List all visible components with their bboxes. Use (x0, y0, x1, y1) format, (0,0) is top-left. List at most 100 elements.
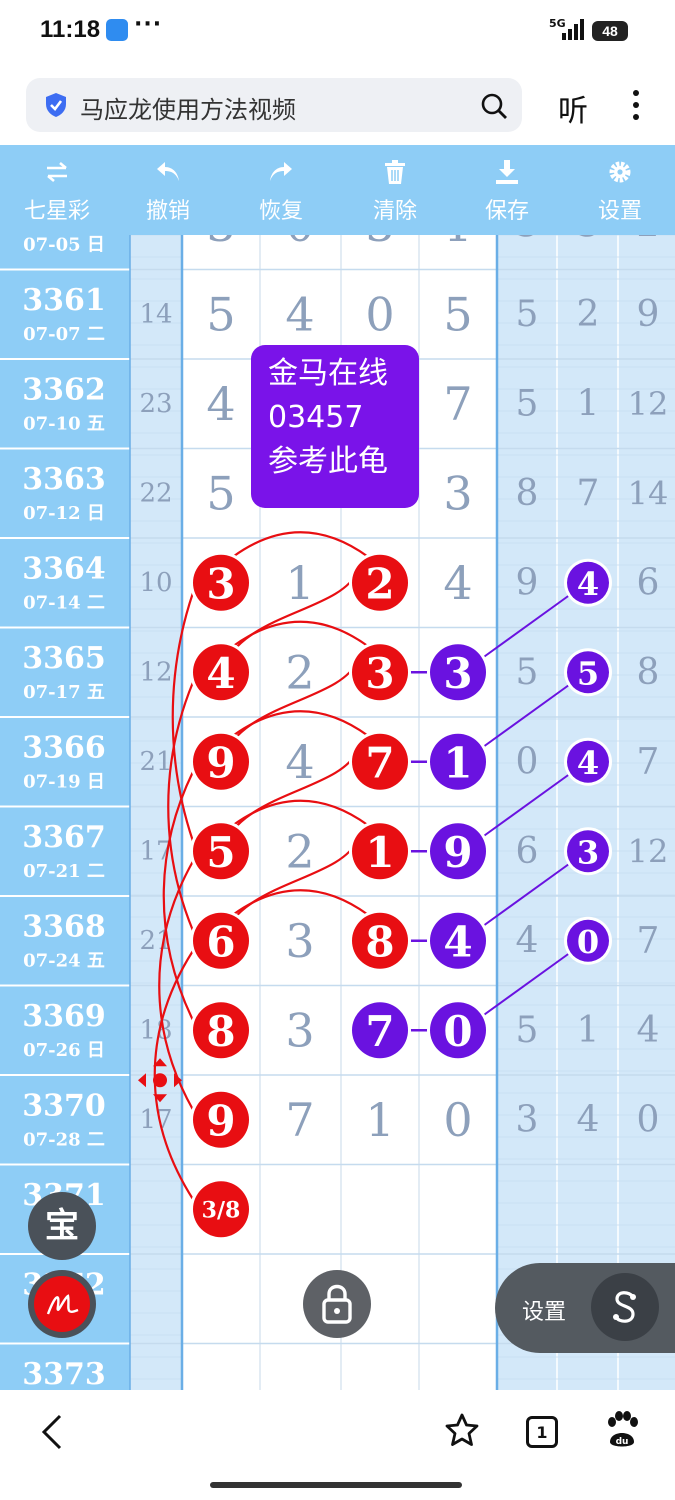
digit-cell: 0 (365, 287, 394, 341)
digit-cell: 0 (443, 1093, 472, 1147)
issue-number: 3364 (22, 551, 106, 586)
tail-cell: 8 (516, 473, 539, 514)
sum-value: 14 (139, 299, 172, 329)
digit-cell: 1 (365, 1093, 394, 1147)
undo-button[interactable]: 撤销 (113, 145, 223, 235)
tail-cell: 5 (516, 652, 539, 693)
listen-button[interactable]: 听 (558, 86, 588, 130)
save-button[interactable]: 保存 (452, 145, 562, 235)
ball-digit: 3 (443, 649, 472, 698)
tail-cell: 2 (637, 235, 660, 245)
settings-pill[interactable]: 设置 (495, 1263, 675, 1353)
tabs-button[interactable]: 1 (526, 1416, 558, 1448)
issue-date: 07-19 日 (23, 771, 105, 792)
status-bar: 11:18 ··· 5G 48 (0, 0, 675, 62)
ball-digit: 7 (365, 738, 394, 787)
tail-cell: 3 (516, 1099, 539, 1140)
ball-digit: 2 (365, 559, 394, 608)
popup-line: 参考此龟 (268, 444, 388, 479)
settings-pill-label: 设置 (522, 1300, 567, 1325)
bottom-nav: 1 du (0, 1390, 675, 1500)
lock-button[interactable] (303, 1270, 371, 1338)
ball-digit: 6 (206, 917, 235, 966)
sum-value: 21 (139, 747, 172, 777)
issue-number: 3365 (22, 641, 106, 676)
issue-number: 3367 (22, 820, 106, 855)
svg-text:du: du (616, 1437, 629, 1447)
ball-digit: 4 (206, 649, 235, 698)
undo-icon (157, 162, 179, 181)
star-icon[interactable] (444, 1412, 480, 1448)
tail-cell: 3 (577, 235, 600, 245)
redo-button[interactable]: 恢复 (226, 145, 336, 235)
tail-cell: 12 (628, 832, 669, 870)
tail-cell: 7 (637, 741, 660, 782)
sum-value: 22 (139, 478, 172, 508)
popup-line: 金马在线 (268, 356, 388, 391)
tail-cell: 5 (516, 383, 539, 424)
ball-digit: 9 (443, 828, 472, 877)
issue-number: 3368 (22, 909, 106, 944)
back-icon[interactable] (38, 1412, 64, 1452)
more-menu-icon[interactable] (628, 88, 644, 122)
clear-button[interactable]: 清除 (340, 145, 450, 235)
sum-value: 17 (139, 1105, 172, 1135)
ball-digit: 0 (443, 1007, 472, 1056)
issue-date: 07-05 日 (23, 235, 105, 255)
ball-digit: 8 (365, 917, 394, 966)
tail-cell: 9 (637, 294, 660, 335)
drag-handle (153, 1073, 167, 1088)
toolbar-label: 七星彩 (23, 199, 90, 224)
digit-cell: 4 (285, 735, 314, 789)
lock-icon (322, 1284, 352, 1324)
baidu-paw-icon[interactable]: du (604, 1410, 640, 1450)
digit-cell: 0 (285, 235, 314, 252)
digit-cell: 1 (285, 556, 314, 610)
swap-icon (47, 162, 67, 182)
tail-cell: 6 (637, 562, 660, 603)
digit-cell: 5 (206, 287, 235, 341)
tail-cell: 12 (628, 385, 669, 423)
digit-cell: 4 (443, 556, 472, 610)
issue-date: 07-24 五 (23, 950, 105, 971)
digit-cell: 1 (443, 235, 472, 252)
search-query[interactable]: 马应龙使用方法视频 (80, 90, 296, 125)
toolbar-label: 清除 (372, 199, 417, 224)
issue-date: 07-17 五 (23, 682, 105, 703)
issue-date: 07-21 二 (23, 861, 105, 882)
bao-button[interactable]: 宝 (28, 1192, 96, 1260)
toolbar-label: 保存 (484, 199, 529, 224)
sum-value: 10 (139, 568, 172, 598)
tail-cell: 0 (637, 1099, 660, 1140)
digit-cell: 5 (443, 287, 472, 341)
digit-cell: 7 (285, 1093, 314, 1147)
address-bar[interactable]: 马应龙使用方法视频 (26, 78, 522, 132)
settings-button[interactable]: 设置 (565, 145, 675, 235)
toolbar-lottery-type[interactable]: 七星彩 (2, 145, 112, 235)
digit-cell: 7 (443, 377, 472, 431)
issue-number: 3362 (22, 372, 106, 407)
gesture-handle (210, 1482, 462, 1488)
ball-digit: 3 (577, 833, 599, 871)
tail-cell: 14 (628, 474, 669, 512)
ball-digit: 3/8 (202, 1197, 241, 1223)
home-app-icon (106, 19, 128, 41)
ball-digit: 3 (206, 559, 235, 608)
ball-digit: 1 (365, 828, 394, 877)
issue-date: 07-07 二 (23, 324, 105, 345)
tail-cell: 8 (637, 652, 660, 693)
signature-button[interactable] (28, 1270, 96, 1338)
ball-digit: 4 (443, 917, 472, 966)
tail-cell: 4 (637, 1010, 660, 1051)
tip-popup: 金马在线 03457 参考此龟 (251, 345, 419, 508)
toolbar-label: 恢复 (258, 199, 303, 224)
search-icon[interactable] (480, 92, 508, 120)
issue-number: 3370 (22, 1088, 106, 1123)
ball-digit: 3 (365, 649, 394, 698)
clock: 11:18 (40, 16, 101, 43)
ball-digit: 5 (577, 654, 599, 692)
download-icon (496, 160, 518, 184)
tail-cell: 3 (516, 235, 539, 245)
issue-date: 07-10 五 (23, 413, 105, 434)
tail-cell: 6 (516, 831, 539, 872)
